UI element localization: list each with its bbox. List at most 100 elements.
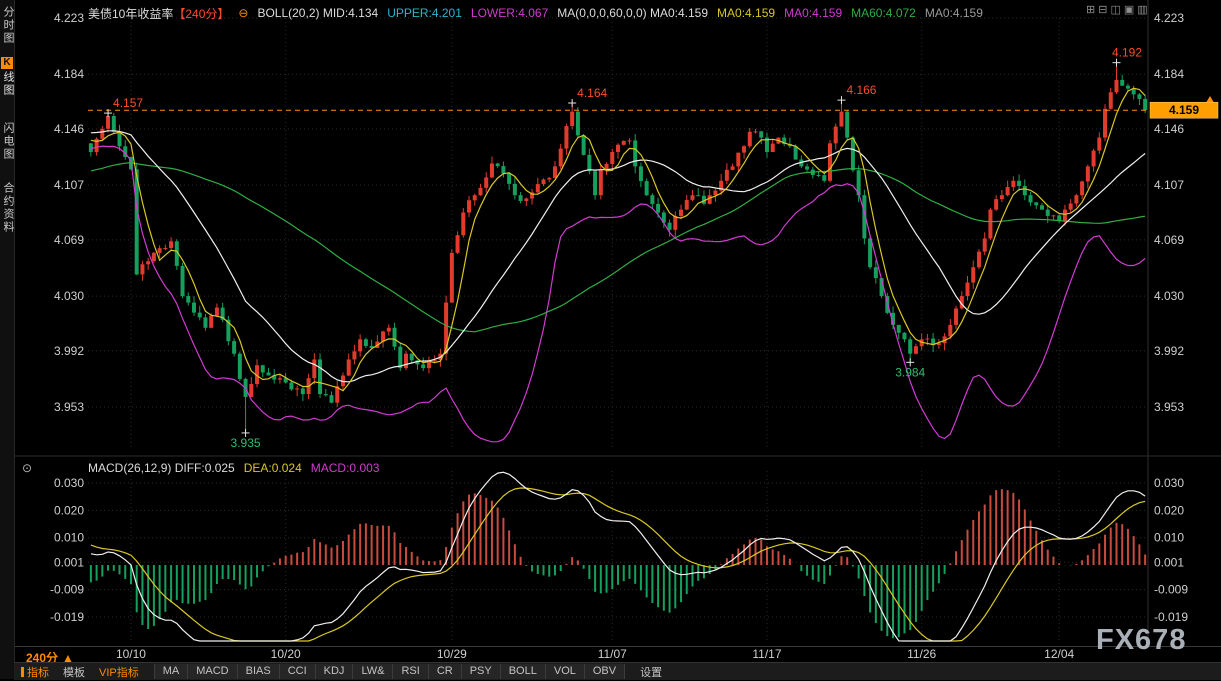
svg-text:0.001: 0.001 <box>1154 555 1184 569</box>
bottom-toolbar: 指标 模板 VIP指标 MA MACD BIAS CCI KDJ LW& RSI… <box>14 662 1221 680</box>
svg-text:-0.019: -0.019 <box>1154 610 1188 624</box>
svg-text:4.166: 4.166 <box>846 83 876 97</box>
chart-app-window: { "window": {"title": "美债10年收益率 240分 K线图… <box>0 0 1221 679</box>
svg-text:4.107: 4.107 <box>1154 178 1184 192</box>
tab-macd[interactable]: MACD <box>187 664 236 679</box>
ma0-gray-label: MA0:4.159 <box>925 6 983 20</box>
layout-grid-icon[interactable]: ⊞ <box>1086 4 1095 16</box>
svg-text:10/10: 10/10 <box>116 647 146 661</box>
fx678-watermark: FX678 <box>1096 624 1186 657</box>
svg-text:4.184: 4.184 <box>54 67 84 81</box>
svg-text:4.223: 4.223 <box>54 11 84 25</box>
macd-dea-label: DEA:0.024 <box>244 461 302 475</box>
boll-lower-label: LOWER:4.067 <box>471 6 548 20</box>
instrument-title: 美债10年收益率 <box>88 5 173 22</box>
collapse-icon[interactable]: ⊖ <box>238 6 248 20</box>
svg-text:4.223: 4.223 <box>1154 11 1184 25</box>
current-price-badge: 4.159 <box>1150 102 1218 118</box>
current-price-layer: 4.159 <box>88 96 1218 118</box>
tab-vip-indicator[interactable]: VIP指标 <box>92 663 146 681</box>
tab-ma[interactable]: MA <box>154 664 188 679</box>
svg-text:4.069: 4.069 <box>1154 233 1184 247</box>
indicator-bullet-icon <box>21 667 24 677</box>
layout-rows-icon[interactable]: ▥ <box>1137 4 1147 16</box>
svg-text:0.030: 0.030 <box>54 476 84 490</box>
ma0-magenta-label: MA0:4.159 <box>784 6 842 20</box>
macd-lines <box>91 472 1145 641</box>
svg-text:4.157: 4.157 <box>113 96 143 110</box>
svg-text:0.010: 0.010 <box>54 531 84 545</box>
sidebar-item-kline-label: 线图 <box>0 71 16 97</box>
svg-text:11/26: 11/26 <box>907 647 936 661</box>
tab-obv[interactable]: OBV <box>584 664 625 679</box>
svg-text:3.935: 3.935 <box>231 436 261 450</box>
overlay-ma-lines <box>91 88 1145 442</box>
svg-text:4.192: 4.192 <box>1112 46 1142 60</box>
svg-text:4.164: 4.164 <box>577 86 607 100</box>
svg-text:3.953: 3.953 <box>1154 400 1184 414</box>
tab-lwr[interactable]: LW& <box>352 664 392 679</box>
svg-text:0.030: 0.030 <box>1154 476 1184 490</box>
period-label[interactable]: 【240分】 <box>173 5 229 22</box>
tab-vol[interactable]: VOL <box>545 664 584 679</box>
svg-text:0.020: 0.020 <box>54 503 84 517</box>
pane-separators <box>14 0 1221 647</box>
macd-value-label: MACD:0.003 <box>311 461 380 475</box>
tab-cr[interactable]: CR <box>428 664 461 679</box>
svg-text:4.107: 4.107 <box>54 178 84 192</box>
macd-header: MACD(26,12,9) DIFF:0.025 DEA:0.024 MACD:… <box>88 461 379 475</box>
svg-text:-0.009: -0.009 <box>50 583 84 597</box>
svg-text:4.184: 4.184 <box>1154 67 1184 81</box>
boll-upper-label: UPPER:4.201 <box>387 6 462 20</box>
chart-header: 美债10年收益率【240分】 ⊖ BOLL(20,2) MID:4.134 UP… <box>88 5 983 21</box>
macd-pane-toggle-icon[interactable]: ⊙ <box>22 461 32 475</box>
svg-text:0.010: 0.010 <box>1154 531 1184 545</box>
svg-text:0.020: 0.020 <box>1154 503 1184 517</box>
chart-canvas[interactable]: 4.223 4.223 4.184 4.184 4.146 4.146 4.107 4.107… <box>0 0 1221 679</box>
tab-indicator-label: 指标 <box>27 664 49 680</box>
tab-indicator[interactable]: 指标 <box>14 663 56 681</box>
svg-text:4.159: 4.159 <box>1169 103 1199 117</box>
tab-cci[interactable]: CCI <box>279 664 315 679</box>
svg-text:10/20: 10/20 <box>271 647 301 661</box>
svg-text:4.030: 4.030 <box>54 289 84 303</box>
ma0-yellow-label: MA0:4.159 <box>717 6 775 20</box>
svg-text:12/04: 12/04 <box>1044 647 1074 661</box>
tab-bias[interactable]: BIAS <box>237 664 279 679</box>
layout-column-icon[interactable]: ◫ <box>1110 4 1120 16</box>
macd-diff-label: MACD(26,12,9) DIFF:0.025 <box>88 461 235 475</box>
grid-lines <box>88 18 1148 641</box>
svg-text:4.146: 4.146 <box>54 122 84 136</box>
svg-text:10/29: 10/29 <box>437 647 467 661</box>
boll-mid-label: BOLL(20,2) MID:4.134 <box>257 6 378 20</box>
ma-settings-label: MA(0,0,0,60,0,0) MA0:4.159 <box>557 6 708 20</box>
tab-template[interactable]: 模板 <box>56 663 92 681</box>
svg-text:3.984: 3.984 <box>895 365 925 379</box>
layout-split-icon[interactable]: ⊟ <box>1098 4 1107 16</box>
tab-boll[interactable]: BOLL <box>500 664 545 679</box>
candles-layer <box>89 63 1147 433</box>
sidebar-item-kline-chart[interactable]: K 线图 <box>0 57 14 102</box>
svg-text:-0.009: -0.009 <box>1154 583 1188 597</box>
layout-icons-group: ⊞ ⊟ ◫ ▣ ▥ <box>1086 4 1148 16</box>
kline-badge-icon: K <box>1 57 13 69</box>
tab-kdj[interactable]: KDJ <box>315 664 353 679</box>
sidebar-item-lightning-chart[interactable]: 闪电图 <box>0 122 14 161</box>
ma60-label: MA60:4.072 <box>851 6 916 20</box>
svg-text:4.069: 4.069 <box>54 233 84 247</box>
tab-rsi[interactable]: RSI <box>392 664 427 679</box>
tab-settings[interactable]: 设置 <box>633 663 669 681</box>
svg-text:11/07: 11/07 <box>598 647 627 661</box>
svg-text:11/17: 11/17 <box>752 647 781 661</box>
svg-text:-0.019: -0.019 <box>50 610 84 624</box>
layout-full-icon[interactable]: ▣ <box>1124 4 1134 16</box>
sidebar-item-contract-info[interactable]: 合约资料 <box>0 182 14 234</box>
svg-text:3.953: 3.953 <box>54 400 84 414</box>
tab-psy[interactable]: PSY <box>461 664 500 679</box>
svg-text:4.146: 4.146 <box>1154 122 1184 136</box>
svg-text:4.030: 4.030 <box>1154 289 1184 303</box>
left-sidebar: 分时图 K 线图 闪电图 合约资料 <box>0 0 15 679</box>
svg-text:3.992: 3.992 <box>1154 344 1184 358</box>
sidebar-item-time-chart[interactable]: 分时图 <box>0 6 14 45</box>
svg-text:3.992: 3.992 <box>54 344 84 358</box>
